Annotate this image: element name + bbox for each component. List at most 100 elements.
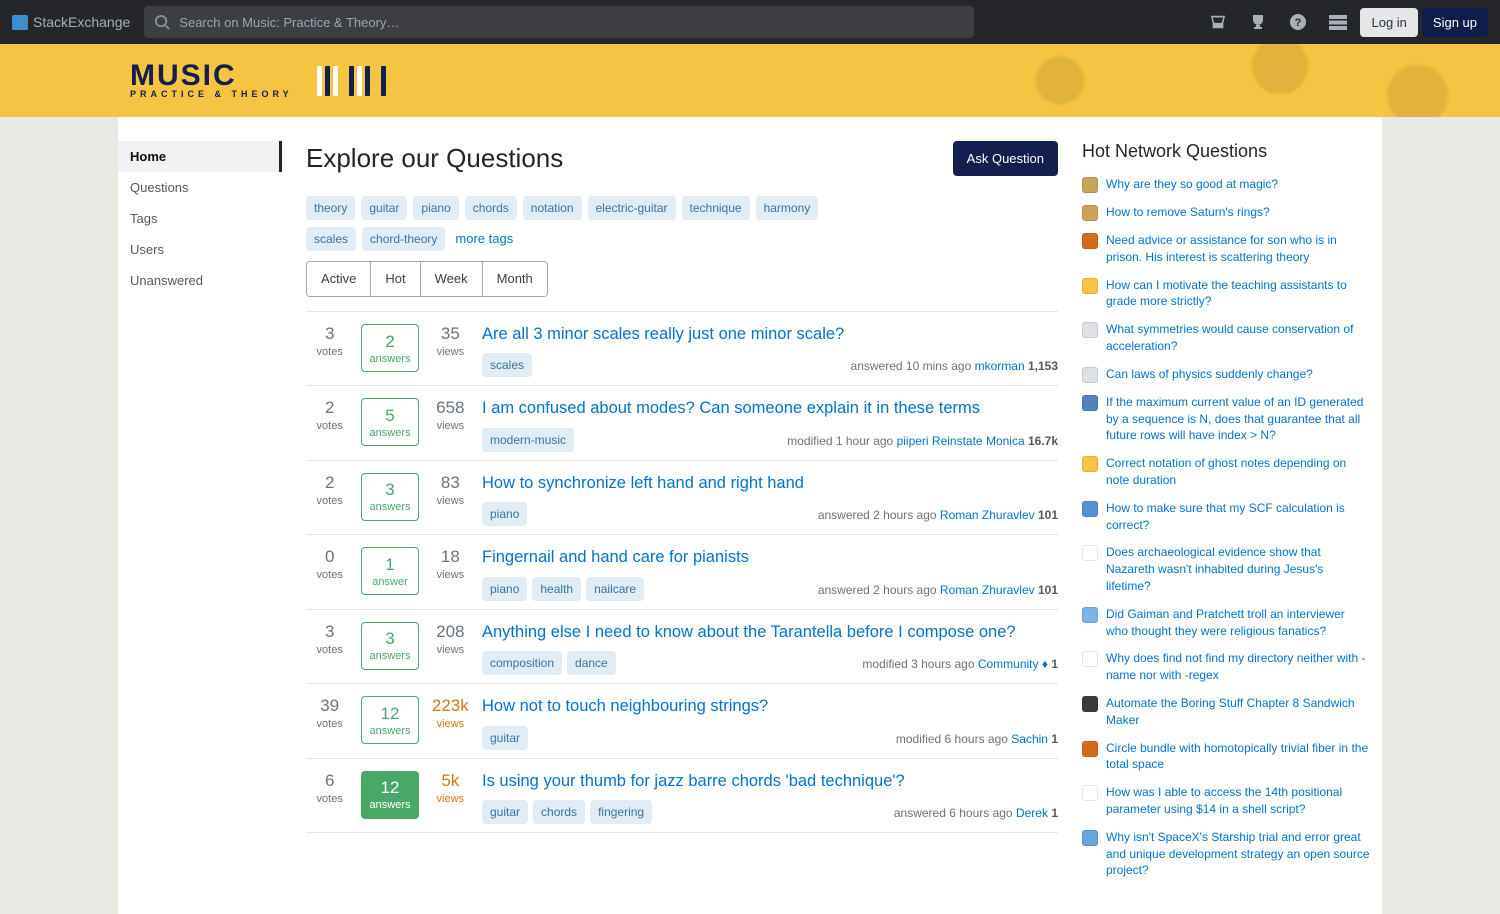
question-item: 2votes 3answers 83views How to synchroni… (306, 461, 1058, 535)
user-link[interactable]: Community ♦ (978, 657, 1048, 671)
hnq-item: Why are they so good at magic? (1082, 176, 1370, 193)
user-link[interactable]: Sachin (1011, 732, 1048, 746)
tag-nailcare[interactable]: nailcare (586, 577, 644, 601)
user-link[interactable]: piiperi Reinstate Monica (897, 434, 1025, 448)
answer-count[interactable]: 2answers (361, 324, 418, 372)
user-rep: 1,153 (1028, 359, 1058, 373)
tag-notation[interactable]: notation (523, 196, 582, 220)
tag-fingering[interactable]: fingering (590, 800, 652, 824)
tag-composition[interactable]: composition (482, 651, 562, 675)
hnq-item: Circle bundle with homotopically trivial… (1082, 740, 1370, 774)
hnq-item: Does archaeological evidence show that N… (1082, 544, 1370, 594)
site-favicon-icon (1082, 501, 1098, 517)
user-link[interactable]: mkorman (975, 359, 1025, 373)
question-title-link[interactable]: Anything else I need to know about the T… (482, 622, 1058, 643)
inbox-icon[interactable] (1200, 4, 1236, 40)
user-link[interactable]: Roman Zhuravlev (940, 508, 1035, 522)
answer-count[interactable]: 12answers (361, 771, 418, 819)
tag-chord-theory[interactable]: chord-theory (362, 227, 445, 251)
nav-item-users[interactable]: Users (118, 234, 282, 265)
nav-item-tags[interactable]: Tags (118, 203, 282, 234)
hnq-item: Why does find not find my directory neit… (1082, 650, 1370, 684)
hnq-link[interactable]: Correct notation of ghost notes dependin… (1106, 455, 1370, 489)
tag-harmony[interactable]: harmony (756, 196, 819, 220)
tag-piano[interactable]: piano (482, 502, 527, 526)
site-favicon-icon (1082, 696, 1098, 712)
user-link[interactable]: Derek (1016, 806, 1048, 820)
hnq-link[interactable]: How can I motivate the teaching assistan… (1106, 277, 1370, 311)
hnq-link[interactable]: Automate the Boring Stuff Chapter 8 Sand… (1106, 695, 1370, 729)
site-logo[interactable]: MUSIC PRACTICE & THEORY (130, 62, 386, 99)
page-title: Explore our Questions (306, 143, 563, 174)
nav-item-unanswered[interactable]: Unanswered (118, 265, 282, 296)
view-count: 35views (427, 324, 474, 373)
more-tags-link[interactable]: more tags (451, 226, 517, 251)
answer-count[interactable]: 5answers (361, 398, 418, 446)
hnq-link[interactable]: What symmetries would cause conservation… (1106, 321, 1370, 355)
question-title-link[interactable]: I am confused about modes? Can someone e… (482, 398, 1058, 419)
nav-item-home[interactable]: Home (118, 141, 282, 172)
filter-tab-month[interactable]: Month (482, 262, 547, 296)
tag-modern-music[interactable]: modern-music (482, 428, 574, 452)
tag-dance[interactable]: dance (567, 651, 616, 675)
user-link[interactable]: Roman Zhuravlev (940, 583, 1035, 597)
hnq-link[interactable]: Circle bundle with homotopically trivial… (1106, 740, 1370, 774)
tag-technique[interactable]: technique (682, 196, 750, 220)
tag-electric-guitar[interactable]: electric-guitar (588, 196, 676, 220)
search-input[interactable] (179, 15, 964, 30)
question-title-link[interactable]: Is using your thumb for jazz barre chord… (482, 771, 1058, 792)
question-title-link[interactable]: How to synchronize left hand and right h… (482, 473, 1058, 494)
hnq-link[interactable]: Why does find not find my directory neit… (1106, 650, 1370, 684)
search-bar[interactable] (144, 6, 974, 38)
help-icon[interactable]: ? (1280, 4, 1316, 40)
filter-tabs: ActiveHotWeekMonth (306, 261, 548, 297)
tag-scales[interactable]: scales (306, 227, 356, 251)
trophy-icon[interactable] (1240, 4, 1276, 40)
hnq-link[interactable]: Can laws of physics suddenly change? (1106, 366, 1313, 383)
hnq-link[interactable]: Need advice or assistance for son who is… (1106, 232, 1370, 266)
network-logo[interactable]: StackExchange (12, 14, 130, 30)
tag-chords[interactable]: chords (533, 800, 585, 824)
hnq-link[interactable]: How to make sure that my SCF calculation… (1106, 500, 1370, 534)
tag-theory[interactable]: theory (306, 196, 355, 220)
tag-piano[interactable]: piano (413, 196, 458, 220)
hnq-link[interactable]: Why are they so good at magic? (1106, 176, 1278, 193)
hnq-list: Why are they so good at magic? How to rem… (1082, 176, 1370, 879)
question-item: 3votes 3answers 208views Anything else I… (306, 610, 1058, 684)
filter-tab-active[interactable]: Active (307, 262, 370, 296)
nav-item-questions[interactable]: Questions (118, 172, 282, 203)
filter-tab-week[interactable]: Week (420, 262, 482, 296)
hnq-item: Why isn't SpaceX's Starship trial and er… (1082, 829, 1370, 879)
question-title-link[interactable]: Fingernail and hand care for pianists (482, 547, 1058, 568)
tag-scales[interactable]: scales (482, 353, 532, 377)
header-decoration (950, 44, 1500, 117)
user-rep: 1 (1051, 732, 1058, 746)
tag-guitar[interactable]: guitar (482, 726, 528, 750)
hnq-link[interactable]: Does archaeological evidence show that N… (1106, 544, 1370, 594)
hnq-link[interactable]: Did Gaiman and Pratchett troll an interv… (1106, 606, 1370, 640)
hnq-item: How to remove Saturn's rings? (1082, 204, 1370, 221)
hnq-item: Correct notation of ghost notes dependin… (1082, 455, 1370, 489)
tag-guitar[interactable]: guitar (361, 196, 407, 220)
question-title-link[interactable]: How not to touch neighbouring strings? (482, 696, 1058, 717)
filter-tab-hot[interactable]: Hot (370, 262, 419, 296)
answer-count[interactable]: 12answers (361, 696, 418, 744)
ask-question-button[interactable]: Ask Question (953, 141, 1058, 176)
question-title-link[interactable]: Are all 3 minor scales really just one m… (482, 324, 1058, 345)
hnq-link[interactable]: How was I able to access the 14th positi… (1106, 784, 1370, 818)
hnq-link[interactable]: If the maximum current value of an ID ge… (1106, 394, 1370, 444)
hnq-link[interactable]: Why isn't SpaceX's Starship trial and er… (1106, 829, 1370, 879)
signup-button[interactable]: Sign up (1422, 8, 1488, 37)
tag-health[interactable]: health (532, 577, 581, 601)
tag-chords[interactable]: chords (465, 196, 517, 220)
login-button[interactable]: Log in (1360, 8, 1417, 37)
tag-piano[interactable]: piano (482, 577, 527, 601)
user-rep: 101 (1038, 508, 1058, 522)
hnq-link[interactable]: How to remove Saturn's rings? (1106, 204, 1270, 221)
answer-count[interactable]: 3answers (361, 473, 418, 521)
tag-guitar[interactable]: guitar (482, 800, 528, 824)
answer-count[interactable]: 1answer (361, 547, 418, 595)
community-icon[interactable] (1320, 4, 1356, 40)
hnq-item: Automate the Boring Stuff Chapter 8 Sand… (1082, 695, 1370, 729)
answer-count[interactable]: 3answers (361, 622, 418, 670)
